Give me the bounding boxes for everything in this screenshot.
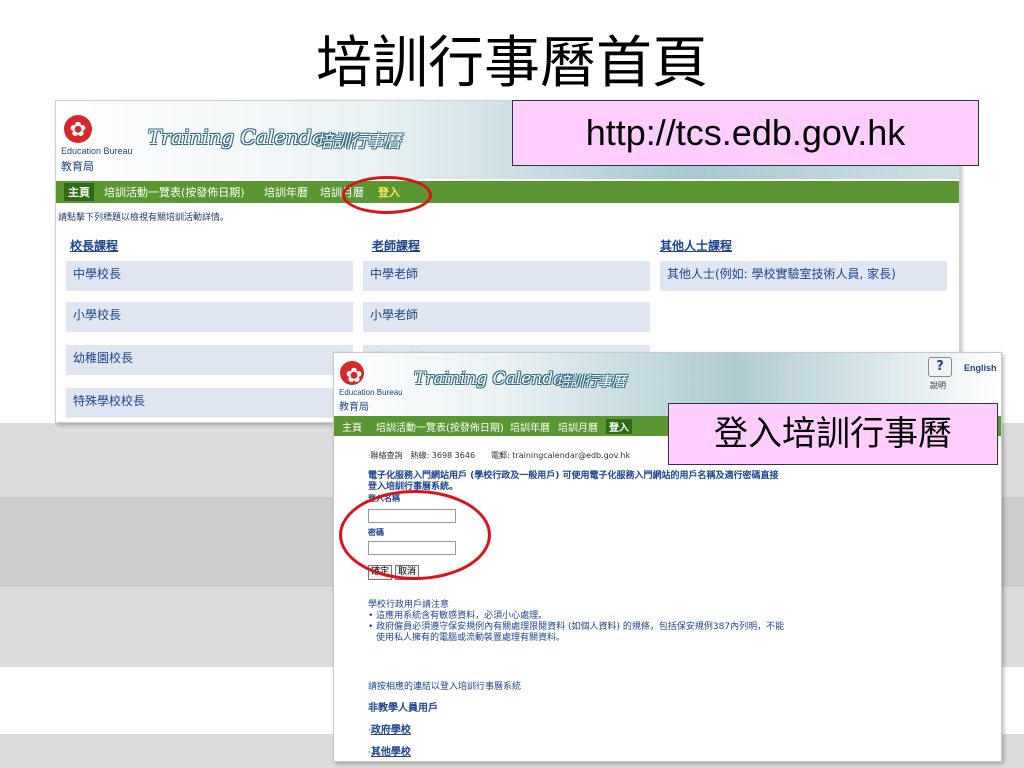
column-heading-principals[interactable]: 校長課程 [70,237,118,254]
logo-text-zh: 培訓行事曆 [316,132,401,152]
course-item[interactable]: 小學老師 [363,302,650,332]
nav-monthly-calendar[interactable]: 培訓月曆 [558,419,598,434]
bureau-name-zh: 教育局 [61,160,94,173]
help-label[interactable]: 說明 [930,380,946,391]
gov-school-link[interactable]: 政府學校 [371,725,411,736]
non-edb-heading: 非教學人員用戶 [368,703,438,714]
highlight-ring [342,176,432,214]
course-item[interactable]: 特殊學校校長 [66,388,353,418]
contact-info: ‧聯絡查詢 熱線: 3698 3646 電郵: trainingcalendar… [368,451,631,460]
logo-text-en: Training Calendar [414,369,572,389]
nav-activity-list[interactable]: 培訓活動一覽表(按發佈日期) [376,419,504,434]
nav-activity-list[interactable]: 培訓活動一覽表(按發佈日期) [104,184,245,200]
help-icon[interactable]: ? [928,357,952,377]
course-item[interactable]: 小學校長 [66,302,353,332]
course-item[interactable]: 中學校長 [66,261,353,291]
course-item[interactable]: 其他人士(例如: 學校實驗室技術人員, 家長) [660,261,947,291]
logo-text-en: Training Calendar [148,125,334,149]
highlight-ring [339,490,491,580]
bureau-name-en: Education Bureau [339,388,403,397]
notice-text: 使用私人擁有的電腦或流動裝置處理有關資料。 [376,633,566,643]
bureau-name-en: Education Bureau [61,146,133,156]
slide-title: 培訓行事曆首頁 [316,31,708,96]
hk-emblem-icon [340,361,368,388]
bureau-name-zh: 教育局 [339,402,369,413]
link-bullet: ‧其他學校 [368,747,411,758]
login-callout: 登入培訓行事曆 [668,403,998,465]
column-heading-others[interactable]: 其他人士課程 [660,237,732,254]
other-school-link[interactable]: 其他學校 [371,747,411,758]
url-callout: http://tcs.edb.gov.hk [512,100,979,166]
nav-home[interactable]: 主頁 [64,183,94,201]
course-item[interactable]: 中學老師 [363,261,650,291]
links-intro: 請按相應的連結以登入培訓行事曆系統 [368,682,522,692]
nav-home[interactable]: 主頁 [342,419,362,434]
main-nav: 主頁 培訓活動一覽表(按發佈日期) 培訓年曆 培訓月曆 登入 [56,181,959,203]
logo-text-zh: 培訓行事曆 [556,374,626,390]
course-item[interactable]: 幼稚園校長 [66,345,353,375]
instruction-text: 請點擊下列標題以檢視有關培訓活動詳情。 [58,213,230,223]
english-link[interactable]: English [964,363,997,373]
nav-yearly-calendar[interactable]: 培訓年曆 [510,419,550,434]
nav-yearly-calendar[interactable]: 培訓年曆 [264,184,308,200]
link-bullet: ‧政府學校 [368,725,411,736]
column-heading-teachers[interactable]: 老師課程 [372,237,420,254]
nav-login[interactable]: 登入 [606,419,632,434]
hk-emblem-icon [64,115,92,143]
